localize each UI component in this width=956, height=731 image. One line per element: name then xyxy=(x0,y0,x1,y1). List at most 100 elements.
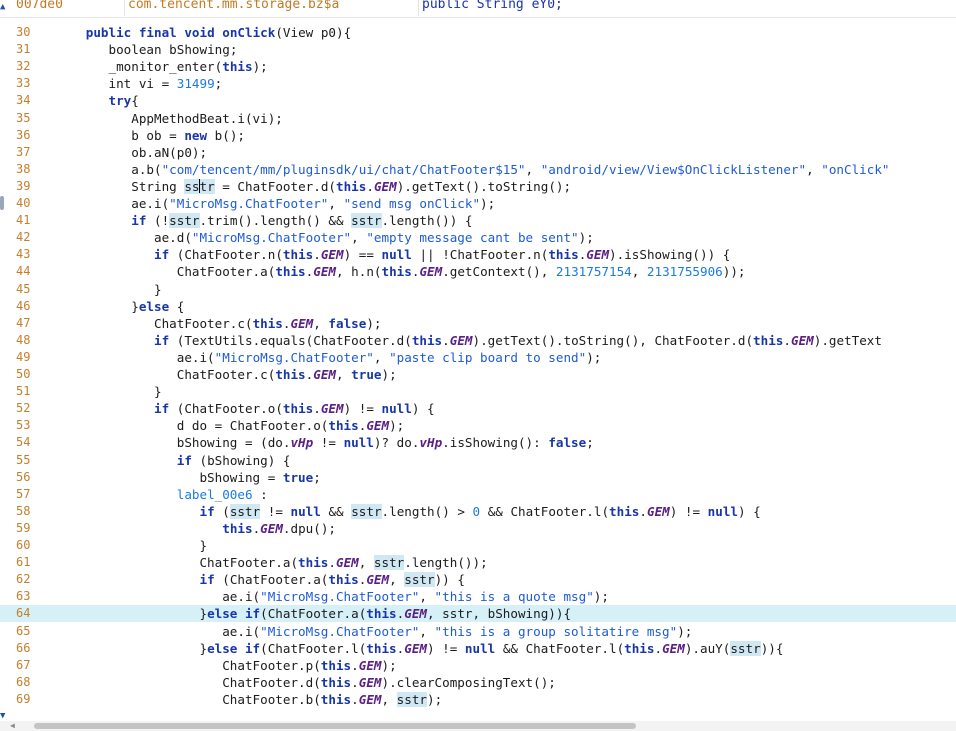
code-line[interactable]: 47 ChatFooter.c(this.GEM, false); xyxy=(0,315,956,332)
code-token: ).getText xyxy=(813,332,882,348)
code-line[interactable]: 45 } xyxy=(0,281,956,298)
tab-class-name[interactable]: com.tencent.mm.storage.bz$a xyxy=(122,0,419,16)
code-token: || !ChatFooter.n( xyxy=(411,247,549,263)
code-token: if xyxy=(131,213,147,229)
code-line[interactable]: 63 ae.i("MicroMsg.ChatFooter", "this is … xyxy=(0,588,956,605)
code-token: ) != xyxy=(343,401,382,417)
code-line[interactable]: 42 ae.d("MicroMsg.ChatFooter", "empty me… xyxy=(0,229,956,246)
code-token: this xyxy=(282,247,314,263)
line-number: 61 xyxy=(16,555,31,570)
code-token: if xyxy=(199,503,215,519)
code-line[interactable]: 52 if (ChatFooter.o(this.GEM) != null) { xyxy=(0,400,956,417)
code-token: ) { xyxy=(411,401,435,417)
line-number: 59 xyxy=(16,520,31,535)
code-token: GEM xyxy=(313,367,336,382)
code-line[interactable]: 50 ChatFooter.c(this.GEM, true); xyxy=(0,366,956,383)
code-line[interactable]: 55 if (bShowing) { xyxy=(0,452,956,469)
line-number: 42 xyxy=(16,230,31,245)
code-token: this xyxy=(320,657,352,673)
code-line-highlighted[interactable]: 64 }else if(ChatFooter.a(this.GEM, sstr,… xyxy=(0,605,956,623)
code-line[interactable]: 56 bShowing = true; xyxy=(0,469,956,486)
code-line[interactable]: 43 if (ChatFooter.n(this.GEM) == null ||… xyxy=(0,246,956,263)
code-line[interactable]: 39 String sstr = ChatFooter.d(this.GEM).… xyxy=(0,178,956,195)
code-line[interactable]: 54 bShowing = (do.vHp != null)? do.vHp.i… xyxy=(0,434,956,451)
code-line[interactable]: 66 }else if(ChatFooter.l(this.GEM) != nu… xyxy=(0,640,956,657)
code-token: ).getText().toString(), ChatFooter.d( xyxy=(472,332,754,348)
code-line[interactable]: 34 try{ xyxy=(0,92,956,109)
code-text: boolean bShowing; xyxy=(63,41,238,58)
code-text: if (sstr != null && sstr.length() > 0 &&… xyxy=(63,503,761,520)
code-line[interactable]: 49 ae.i("MicroMsg.ChatFooter", "paste cl… xyxy=(0,349,956,366)
code-token: "this is a quote msg" xyxy=(434,589,594,605)
code-text: ChatFooter.p(this.GEM); xyxy=(63,657,396,674)
horizontal-scrollbar-thumb[interactable] xyxy=(34,723,636,729)
code-token: AppMethodBeat.i(vi); xyxy=(63,110,283,126)
code-line[interactable]: 69 ChatFooter.b(this.GEM, sstr); xyxy=(0,691,956,708)
code-token: null xyxy=(290,503,321,519)
line-number: 65 xyxy=(16,623,31,638)
code-line[interactable]: 30 public final void onClick(View p0){ xyxy=(0,24,956,41)
code-token: try xyxy=(108,93,132,109)
code-token: ChatFooter.a( xyxy=(63,555,299,571)
code-line[interactable]: 40 ae.i("MicroMsg.ChatFooter", "send msg… xyxy=(0,195,956,212)
line-number: 66 xyxy=(16,640,31,655)
code-line[interactable]: 35 AppMethodBeat.i(vi); xyxy=(0,110,956,127)
code-token: != xyxy=(260,503,291,519)
code-line[interactable]: 61 ChatFooter.a(this.GEM, sstr.length())… xyxy=(0,554,956,571)
tab-address[interactable]: 007de0 xyxy=(10,0,125,16)
tab-field-declaration[interactable]: public String eY0; xyxy=(416,0,956,16)
code-token: { xyxy=(169,298,185,314)
code-line[interactable]: 51 } xyxy=(0,383,956,400)
code-token: ); xyxy=(677,623,693,639)
code-line[interactable]: 46 }else { xyxy=(0,298,956,315)
code-line[interactable]: 60 } xyxy=(0,537,956,554)
code-text: bShowing = (do.vHp != null)? do.vHp.isSh… xyxy=(63,434,594,451)
code-line[interactable]: 36 b ob = new b(); xyxy=(0,127,956,144)
code-token: .length() > xyxy=(381,503,473,519)
line-number: 52 xyxy=(16,401,31,416)
code-token: public final void xyxy=(85,25,215,40)
code-line[interactable]: 58 if (sstr != null && sstr.length() > 0… xyxy=(0,503,956,520)
code-line[interactable]: 37 ob.aN(p0); xyxy=(0,144,956,161)
code-text: ChatFooter.b(this.GEM, sstr); xyxy=(63,691,442,708)
code-token: this xyxy=(336,178,367,194)
code-line[interactable]: 57 label_00e6 : xyxy=(0,486,956,503)
code-token: 2131757154 xyxy=(555,264,632,280)
code-line[interactable]: 68 ChatFooter.d(this.GEM).clearComposing… xyxy=(0,674,956,691)
line-number: 33 xyxy=(16,76,31,91)
code-token: GEM xyxy=(646,503,670,519)
code-line[interactable]: 38 a.b("com/tencent/mm/pluginsdk/ui/chat… xyxy=(0,161,956,178)
code-line[interactable]: 59 this.GEM.dpu(); xyxy=(0,520,956,537)
tab-divider xyxy=(0,17,956,18)
line-number: 68 xyxy=(16,674,31,689)
code-line[interactable]: 67 ChatFooter.p(this.GEM); xyxy=(0,657,956,674)
code-token: "this is a group solitatire msg" xyxy=(434,623,678,639)
scroll-left-arrow-icon[interactable]: ◀ xyxy=(10,721,15,730)
horizontal-scrollbar[interactable]: ◀ xyxy=(0,721,956,731)
scroll-up-arrow-icon[interactable]: ▲ xyxy=(0,2,5,12)
code-token: ChatFooter.c( xyxy=(63,367,276,382)
code-text: ChatFooter.d(this.GEM).clearComposingTex… xyxy=(63,674,556,691)
line-number: 64 xyxy=(16,606,31,621)
code-line[interactable]: 41 if (!sstr.trim().length() && sstr.len… xyxy=(0,212,956,229)
code-line[interactable]: 48 if (TextUtils.equals(ChatFooter.d(thi… xyxy=(0,332,956,349)
code-line[interactable]: 31 boolean bShowing; xyxy=(0,41,956,58)
code-line[interactable]: 53 d do = ChatFooter.o(this.GEM); xyxy=(0,417,956,434)
code-editor[interactable]: 30 public final void onClick(View p0){31… xyxy=(0,24,956,720)
code-line[interactable]: 32 _monitor_enter(this); xyxy=(0,58,956,75)
code-token: , xyxy=(525,161,541,177)
code-token: this xyxy=(320,674,352,690)
code-token: , xyxy=(351,230,367,246)
code-token: d do = ChatFooter.o( xyxy=(63,418,329,434)
code-line[interactable]: 33 int vi = 31499; xyxy=(0,75,956,92)
code-token: )){ xyxy=(760,640,784,656)
code-line[interactable]: 62 if (ChatFooter.a(this.GEM, sstr)) { xyxy=(0,571,956,588)
code-token: GEM xyxy=(358,691,382,707)
code-token: "MicroMsg.ChatFooter" xyxy=(260,589,420,605)
code-text: if (ChatFooter.a(this.GEM, sstr)) { xyxy=(63,571,465,588)
code-line[interactable]: 44 ChatFooter.a(this.GEM, h.n(this.GEM.g… xyxy=(0,263,956,280)
line-number: 34 xyxy=(16,93,31,108)
code-line[interactable]: 65 ae.i("MicroMsg.ChatFooter", "this is … xyxy=(0,623,956,640)
code-token: GEM xyxy=(449,332,473,348)
